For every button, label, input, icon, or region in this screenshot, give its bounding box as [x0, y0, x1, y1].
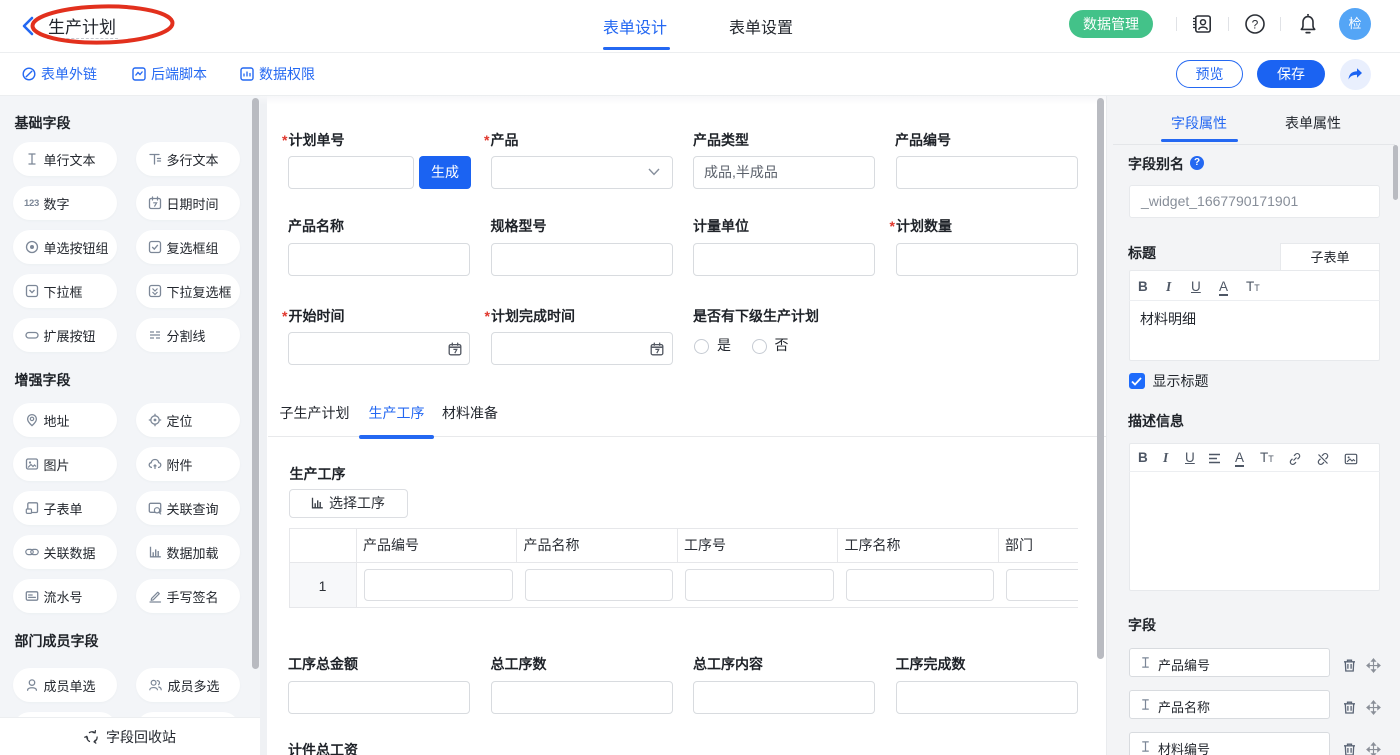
svg-text:?: ? — [1252, 17, 1259, 31]
